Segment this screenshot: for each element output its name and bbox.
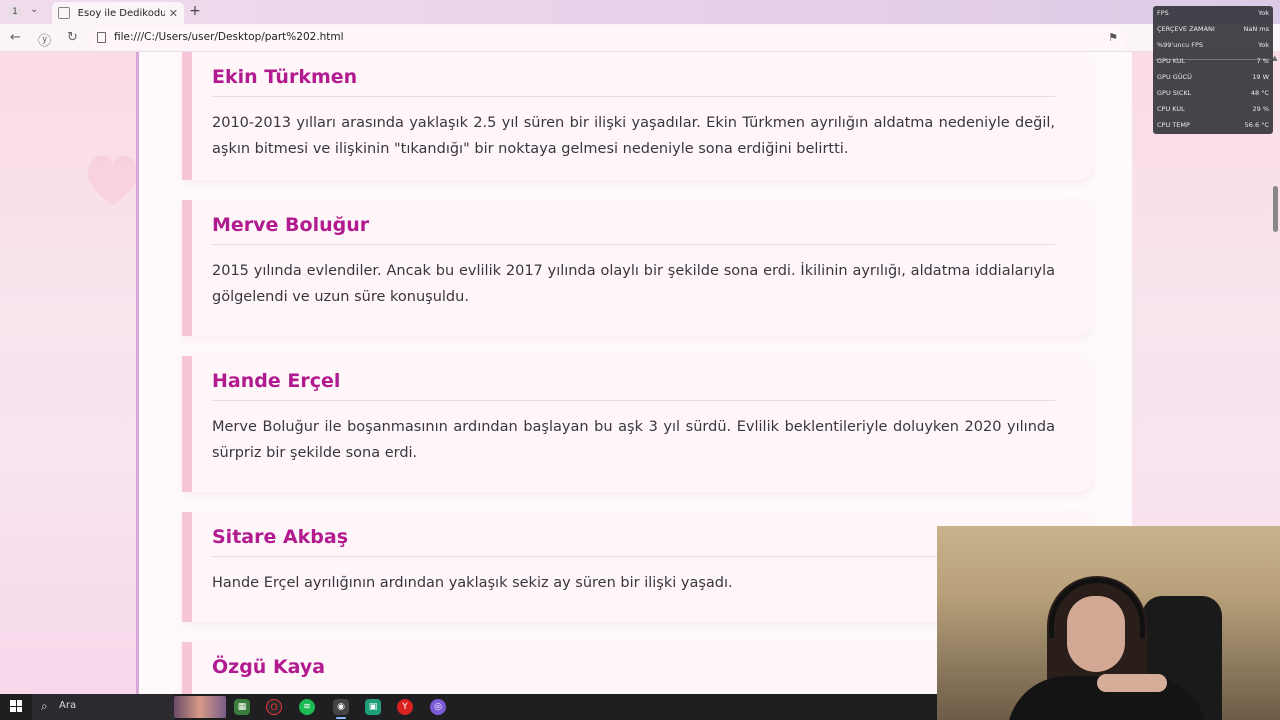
search-icon: ⌕ [41, 699, 48, 713]
yandex-browser-icon[interactable]: Y [397, 699, 413, 715]
card-text: Hande Erçel ayrılığının ardından yaklaşı… [212, 575, 733, 591]
webcam-headset [1049, 578, 1145, 638]
address-toolbar: ← ⓨ ↻ file:///C:/Users/user/Desktop/part… [0, 24, 1280, 52]
card-accent-bar [182, 642, 192, 694]
card-divider [212, 556, 1055, 557]
webcam-overlay [937, 526, 1280, 720]
perf-label: GPU GÜCÜ [1157, 73, 1192, 81]
perf-row: FPS Yok [1157, 9, 1269, 21]
perf-row: CPU TEMP 56.6 °C [1157, 121, 1269, 133]
windows-start-icon[interactable] [10, 700, 22, 712]
perf-label: GPU SICKL [1157, 89, 1192, 97]
card-title: Merve Boluğur [212, 214, 370, 236]
reload-icon[interactable]: ↻ [67, 30, 78, 45]
opera-icon[interactable]: O [266, 699, 282, 715]
spotify-icon[interactable]: ≋ [299, 699, 315, 715]
card-text: 2010-2013 yılları arasında yaklaşık 2.5 … [212, 115, 1055, 157]
perf-row: %99'uncu FPS Yok [1157, 41, 1269, 53]
media-app-icon[interactable]: ◎ [430, 699, 446, 715]
browser-tab-active[interactable]: Esoy ile Dedikodu Köşe ✕ [52, 2, 184, 24]
taskbar-search[interactable]: ⌕ Ara [32, 694, 174, 720]
relationship-card: Ekin Türkmen 2010-2013 yılları arasında … [182, 52, 1092, 180]
perf-value: 29 % [1252, 105, 1269, 113]
card-title: Ekin Türkmen [212, 66, 358, 88]
perf-value: Yok [1258, 41, 1269, 49]
back-arrow-icon[interactable]: ← [10, 30, 21, 45]
relationship-card: Merve Boluğur 2015 yılında evlendiler. A… [182, 200, 1092, 336]
card-accent-bar [182, 200, 192, 336]
perf-value: 48 °C [1250, 89, 1269, 97]
card-accent-bar [182, 52, 192, 180]
card-accent-bar [182, 356, 192, 492]
card-divider [212, 96, 1055, 97]
perf-row: GPU SICKL 48 °C [1157, 89, 1269, 101]
perf-value: NaN ms [1243, 25, 1270, 33]
chat-app-icon[interactable]: ▣ [365, 699, 381, 715]
perf-label: ÇERÇEVE ZAMANI [1157, 25, 1215, 33]
card-divider [212, 400, 1055, 401]
performance-overlay: FPS Yok ÇERÇEVE ZAMANI NaN ms %99'uncu FPS… [1153, 6, 1273, 134]
perf-label: GPU KUL [1157, 57, 1186, 65]
windows-taskbar: ⌕ Ara ▦ O ≋ ◉ ▣ Y ◎ [0, 694, 937, 720]
page-favicon-icon [58, 7, 70, 19]
card-title: Hande Erçel [212, 370, 341, 392]
tab-title: Esoy ile Dedikodu Köşe [77, 7, 165, 19]
card-text: 2015 yılında evlendiler. Ancak bu evlili… [212, 263, 1055, 305]
browser-app-icon[interactable]: ◉ [333, 699, 349, 715]
search-highlight-image[interactable] [174, 696, 226, 718]
yandex-icon[interactable]: ⓨ [38, 30, 51, 49]
tab-close-icon[interactable]: ✕ [169, 7, 178, 20]
card-title: Özgü Kaya [212, 656, 326, 678]
taskbar-search-label: Ara [59, 700, 77, 711]
perf-row: CPU KUL 29 % [1157, 105, 1269, 117]
perf-value: 7 % [1256, 57, 1269, 65]
webcam-person-hand [1097, 674, 1167, 692]
perf-row: GPU KUL 7 % [1157, 57, 1269, 69]
card-title: Sitare Akbaş [212, 526, 349, 548]
card-text: Merve Boluğur ile boşanmasının ardından … [212, 419, 1055, 461]
card-accent-bar [182, 512, 192, 622]
perf-label: %99'uncu FPS [1157, 41, 1204, 49]
url-text[interactable]: file:///C:/Users/user/Desktop/part%202.h… [114, 31, 344, 43]
perf-row: GPU GÜCÜ 19 W [1157, 73, 1269, 85]
perf-label: CPU TEMP [1157, 121, 1190, 129]
tab-count-badge[interactable]: 1 [8, 5, 22, 19]
perf-value: 56.6 °C [1244, 121, 1269, 129]
tab-list-chevron-icon[interactable]: ⌄ [30, 4, 38, 15]
perf-label: CPU KUL [1157, 105, 1185, 113]
tab-strip: 1 ⌄ Esoy ile Dedikodu Köşe ✕ + [0, 0, 1280, 24]
task-view-icon[interactable]: ▦ [234, 699, 250, 715]
bookmark-icon[interactable]: ⚑ [1108, 31, 1118, 44]
new-tab-icon[interactable]: + [188, 4, 202, 18]
scrollbar-thumb[interactable] [1273, 186, 1278, 232]
url-field[interactable]: file:///C:/Users/user/Desktop/part%202.h… [88, 27, 1128, 49]
perf-value: 19 W [1252, 73, 1269, 81]
perf-value: Yok [1258, 9, 1269, 17]
perf-label: FPS [1157, 9, 1169, 17]
perf-row: ÇERÇEVE ZAMANI NaN ms [1157, 25, 1269, 37]
file-page-icon [97, 32, 106, 43]
relationship-card: Hande Erçel Merve Boluğur ile boşanmasın… [182, 356, 1092, 492]
active-app-indicator [336, 717, 346, 719]
card-divider [212, 244, 1055, 245]
